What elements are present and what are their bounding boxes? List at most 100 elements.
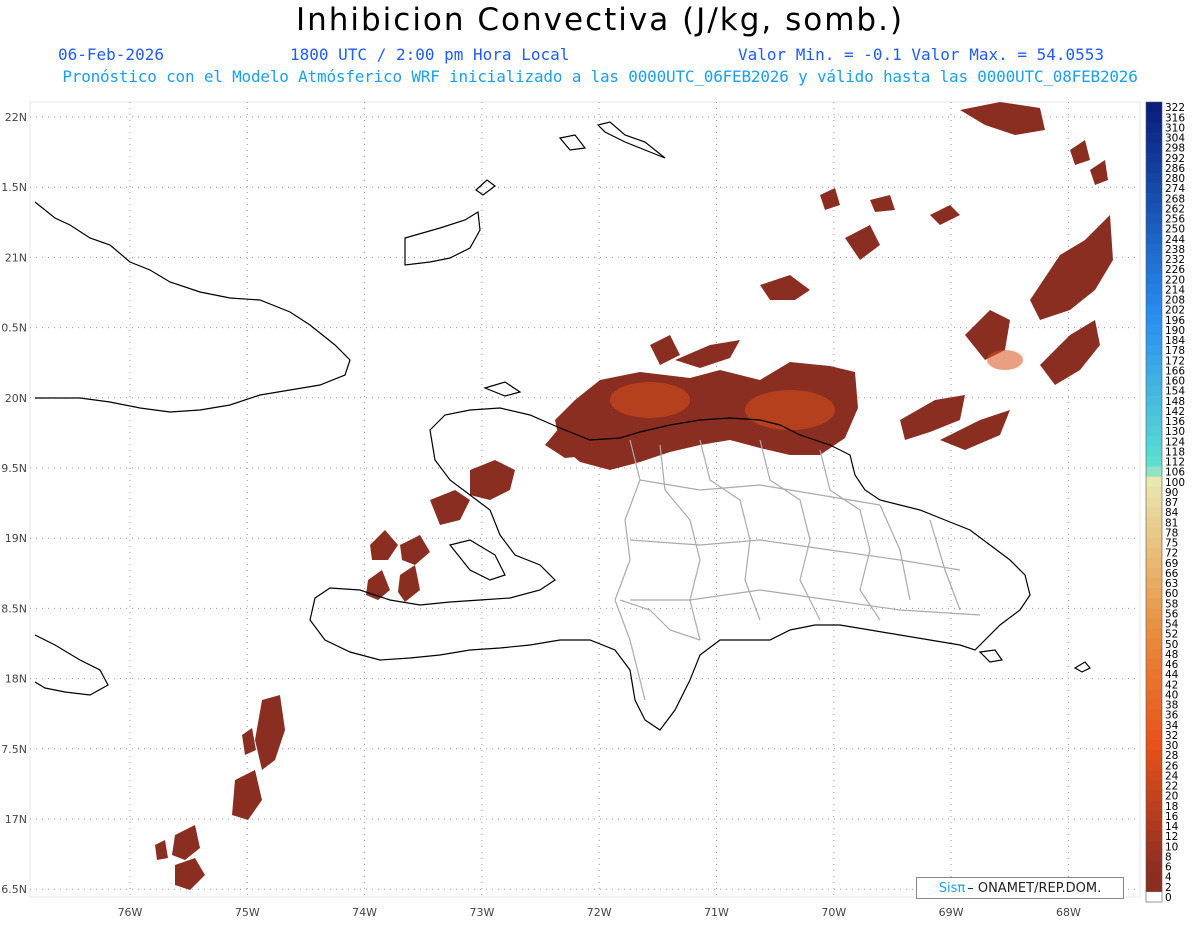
colorbar-swatch [1146, 203, 1162, 214]
lat-label: 7.5N [1, 743, 27, 756]
cin-area-ne-10 [675, 340, 740, 368]
colorbar-swatch [1146, 304, 1162, 316]
cin-area-ne-11 [820, 188, 840, 210]
lon-label: 68W [1056, 906, 1081, 919]
colorbar-swatch [1146, 871, 1162, 883]
cin-area-sw-6 [155, 840, 168, 860]
colorbar-swatch [1146, 567, 1162, 579]
cin-area-sw-4 [175, 858, 205, 890]
colorbar-swatch [1146, 162, 1162, 174]
colorbar-swatch [1146, 861, 1162, 873]
colorbar-swatch [1146, 385, 1162, 397]
colorbar-swatch [1146, 253, 1162, 265]
colorbar-swatch [1146, 658, 1162, 670]
lat-label: 1.5N [1, 181, 27, 194]
colorbar-swatch [1146, 365, 1162, 376]
colorbar-swatch [1146, 557, 1162, 569]
colorbar-swatch [1146, 284, 1162, 295]
lat-label: 18N [5, 673, 27, 686]
colorbar-swatch [1146, 669, 1162, 680]
cin-area-sw-2 [232, 770, 262, 820]
cin-area-haiti-w-2 [400, 535, 430, 565]
coast-bahamas-3 [558, 134, 587, 151]
cin-area-haiti-w-1 [370, 530, 398, 560]
coast-bahamas-4 [596, 121, 666, 159]
cin-area-nw-haiti-1 [470, 460, 515, 500]
coast-bahamas-2 [475, 179, 496, 196]
colorbar-swatch [1146, 183, 1162, 194]
coast-tortuga [483, 381, 522, 397]
cin-area-ne-2 [1040, 320, 1100, 385]
cin-area-haiti-w-4 [398, 565, 420, 602]
colorbar-swatch [1146, 274, 1162, 285]
colorbar-swatch [1146, 496, 1162, 508]
coast-gonave [448, 539, 506, 581]
colorbar-swatch [1146, 699, 1162, 710]
colorbar-swatch [1146, 112, 1162, 123]
colorbar-swatch [1146, 750, 1162, 761]
colorbar-swatch [1146, 213, 1162, 224]
colorbar-swatch [1146, 243, 1162, 255]
colorbar-swatch [1146, 172, 1162, 184]
cin-area-sw-5 [242, 728, 256, 755]
colorbar-swatch [1146, 729, 1162, 741]
colorbar-label: 0 [1165, 892, 1172, 904]
colorbar-swatch [1146, 193, 1162, 204]
colorbar-swatch [1146, 810, 1162, 822]
colorbar-swatch [1146, 294, 1162, 305]
colorbar-swatch [1146, 122, 1162, 133]
colorbar-swatch [1146, 608, 1162, 619]
colorbar-swatch [1146, 476, 1162, 488]
colorbar-swatch [1146, 851, 1162, 862]
cin-area-ne-14 [870, 195, 895, 212]
colorbar-swatch [1146, 689, 1162, 700]
colorbar-swatch [1146, 598, 1162, 609]
colorbar-swatch [1146, 588, 1162, 599]
cin-area-ne-1 [1030, 215, 1113, 320]
coast-puerto-rico [1073, 661, 1091, 673]
map-canvas: 22N 1.5N 21N 0.5N 20N 9.5N 19N 8.5N 18N 7.5N 17N 6.… [1, 101, 1185, 919]
coast-cuba [34, 201, 351, 413]
lat-label: 22N [5, 111, 27, 124]
colorbar-swatch [1146, 334, 1162, 346]
colorbar-swatch [1146, 547, 1162, 559]
colorbar-swatch [1146, 820, 1162, 832]
lon-label: 71W [704, 906, 729, 919]
colorbar-swatch [1146, 831, 1162, 842]
colorbar-swatch [1146, 790, 1162, 802]
colorbar-swatch [1146, 618, 1162, 629]
colorbar-swatch [1146, 345, 1162, 356]
colorbar-labels: 3223163103042982922862802742682622562502… [1165, 102, 1185, 904]
colorbar-swatch [1146, 415, 1162, 427]
colorbar-swatch [1146, 426, 1162, 437]
lon-label: 72W [587, 906, 612, 919]
colorbar-swatch [1146, 446, 1162, 457]
credit-box: Sisπ – ONAMET/REP.DOM. [916, 877, 1124, 899]
colorbar-swatch [1146, 841, 1162, 852]
lon-label: 74W [352, 906, 377, 919]
colorbar-swatch [1146, 628, 1162, 640]
cin-area-sw-3 [172, 825, 200, 860]
colorbar-swatch [1146, 638, 1162, 650]
cin-area-ne-8 [760, 275, 810, 300]
cin-area-nw-haiti-2 [430, 490, 470, 525]
colorbar-swatch [1146, 264, 1162, 275]
colorbar-swatch [1146, 577, 1162, 589]
colorbar-swatch [1146, 770, 1162, 781]
colorbar-swatch [1146, 517, 1162, 528]
cin-area-ne-12 [1070, 140, 1090, 165]
colorbar-swatch [1146, 152, 1162, 164]
cin-area-ne-4 [960, 102, 1045, 135]
lon-label: 75W [235, 906, 260, 919]
colorbar-swatch [1146, 142, 1162, 154]
cin-area-sw-1 [255, 695, 285, 770]
colorbar-swatch [1146, 436, 1162, 447]
latitude-labels: 22N 1.5N 21N 0.5N 20N 9.5N 19N 8.5N 18N 7.5N 17N 6.… [1, 111, 27, 896]
lat-label: 9.5N [1, 462, 27, 475]
lon-label: 70W [821, 906, 846, 919]
cin-area-ne-13 [1090, 160, 1108, 185]
cin-area-ne-15 [930, 205, 960, 225]
colorbar-swatch [1146, 223, 1162, 235]
lat-label: 6.5N [1, 883, 27, 896]
colorbar-swatch [1146, 891, 1162, 903]
